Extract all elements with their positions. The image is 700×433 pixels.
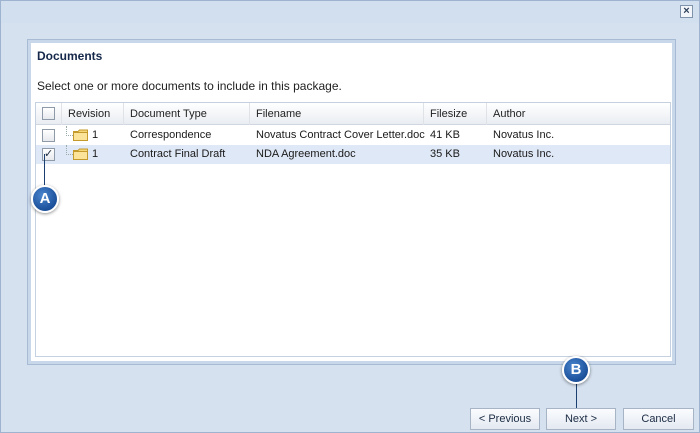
next-button[interactable]: Next > bbox=[546, 408, 616, 430]
column-header-document-type[interactable]: Document Type bbox=[124, 103, 250, 125]
tree-line bbox=[66, 126, 73, 136]
documents-grid: Revision Document Type Filename Filesize… bbox=[35, 102, 671, 357]
close-icon[interactable]: × bbox=[680, 5, 693, 18]
document-type-cell: Contract Final Draft bbox=[130, 148, 226, 160]
filename-cell: Novatus Contract Cover Letter.doc bbox=[256, 129, 425, 141]
documents-panel: Documents Select one or more documents t… bbox=[27, 39, 676, 365]
table-row[interactable]: 1 Correspondence Novatus Contract Cover … bbox=[36, 126, 670, 145]
column-header-author[interactable]: Author bbox=[487, 103, 670, 125]
author-cell: Novatus Inc. bbox=[493, 148, 555, 160]
previous-button[interactable]: < Previous bbox=[470, 408, 540, 430]
package-dialog: × Documents Select one or more documents… bbox=[0, 0, 700, 433]
callout-b-line bbox=[576, 381, 577, 408]
callout-a-line bbox=[44, 154, 45, 188]
filesize-cell: 41 KB bbox=[430, 129, 460, 141]
instructions-text: Select one or more documents to include … bbox=[37, 79, 342, 93]
filesize-cell: 35 KB bbox=[430, 148, 460, 160]
cancel-button[interactable]: Cancel bbox=[623, 408, 694, 430]
documents-panel-body: Documents Select one or more documents t… bbox=[31, 43, 672, 361]
revision-cell: 1 bbox=[92, 148, 99, 160]
folder-icon bbox=[73, 148, 88, 160]
column-header-filesize[interactable]: Filesize bbox=[424, 103, 487, 125]
document-type-cell: Correspondence bbox=[130, 129, 212, 141]
author-cell: Novatus Inc. bbox=[493, 129, 555, 141]
column-header-filename[interactable]: Filename bbox=[250, 103, 424, 125]
tree-line bbox=[66, 145, 73, 155]
table-row[interactable]: ✓ 1 Contract Final Draft NDA Agreement.d… bbox=[36, 145, 670, 164]
callout-b-badge: B bbox=[562, 356, 590, 384]
filename-cell: NDA Agreement.doc bbox=[256, 148, 356, 160]
column-header-revision[interactable]: Revision bbox=[62, 103, 124, 125]
revision-cell: 1 bbox=[92, 129, 99, 141]
row-checkbox[interactable] bbox=[42, 129, 55, 142]
select-all-checkbox[interactable] bbox=[42, 107, 55, 120]
panel-title: Documents bbox=[37, 49, 103, 63]
dialog-titlebar: × bbox=[1, 1, 699, 23]
folder-icon bbox=[73, 129, 88, 141]
grid-header: Revision Document Type Filename Filesize… bbox=[36, 103, 670, 125]
callout-a-badge: A bbox=[31, 185, 59, 213]
checkmark-icon: ✓ bbox=[44, 148, 54, 160]
select-all-header-cell bbox=[36, 103, 62, 125]
